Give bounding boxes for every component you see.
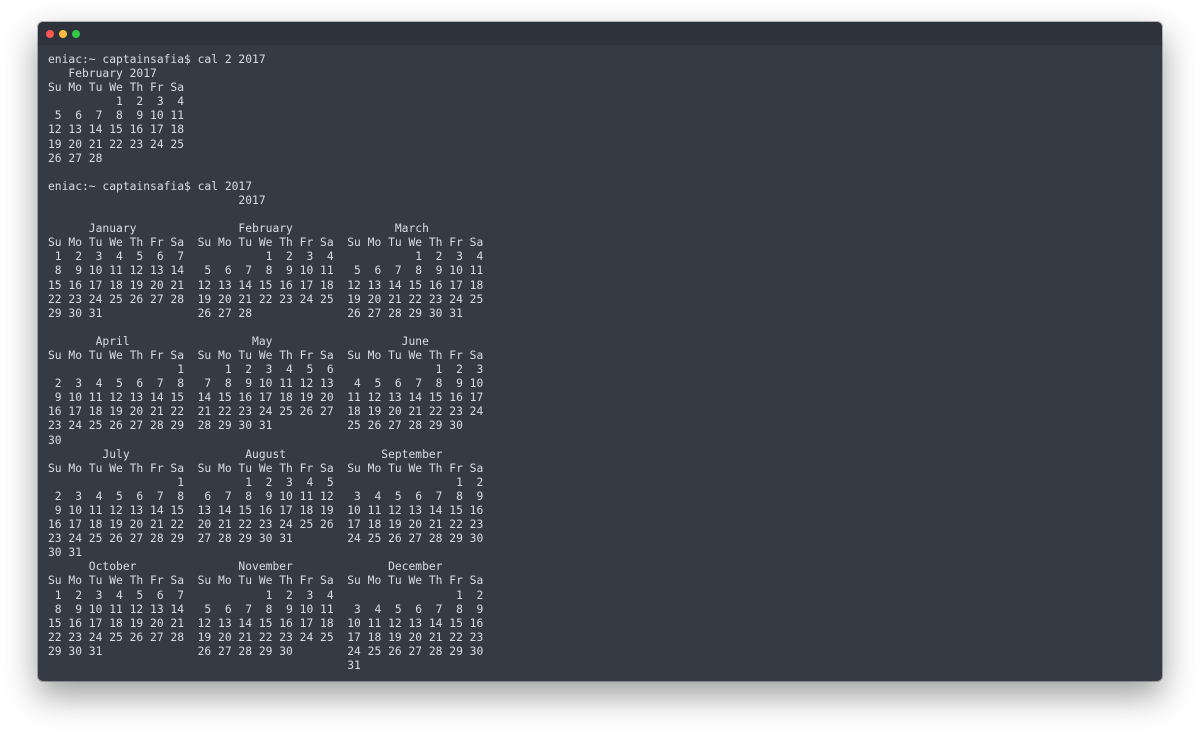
terminal-output[interactable]: eniac:~ captainsafia$ cal 2 2017 Februar… <box>48 53 483 673</box>
terminal-line: Su Mo Tu We Th Fr Sa Su Mo Tu We Th Fr S… <box>48 236 484 250</box>
terminal-line: Su Mo Tu We Th Fr Sa Su Mo Tu We Th Fr S… <box>48 348 484 362</box>
terminal-line: 8 9 10 11 12 13 14 5 6 7 8 9 10 11 3 4 5… <box>48 602 484 616</box>
terminal-line: Su Mo Tu We Th Fr Sa <box>48 81 185 95</box>
terminal-line: 29 30 31 26 27 28 29 30 24 25 26 27 28 2… <box>48 644 484 658</box>
terminal-line: 1 2 3 4 5 6 7 1 2 3 4 1 2 3 4 <box>48 250 484 264</box>
terminal-line: 5 6 7 8 9 10 11 <box>48 109 185 123</box>
terminal-line: 23 24 25 26 27 28 29 27 28 29 30 31 24 2… <box>48 532 484 546</box>
terminal-line: 16 17 18 19 20 21 22 20 21 22 23 24 25 2… <box>48 518 484 532</box>
terminal-line: 19 20 21 22 23 24 25 <box>48 137 185 151</box>
minimize-button[interactable] <box>59 30 67 38</box>
terminal-line: eniac:~ captainsafia$ cal 2 2017 <box>48 53 266 66</box>
terminal-line: 30 31 <box>48 546 83 560</box>
terminal-line: 9 10 11 12 13 14 15 14 15 16 17 18 19 20… <box>48 391 484 405</box>
terminal-line: July August September <box>48 447 443 461</box>
terminal-line: Su Mo Tu We Th Fr Sa Su Mo Tu We Th Fr S… <box>48 461 484 475</box>
terminal-line: 31 <box>48 659 361 673</box>
terminal-line: 2017 <box>48 193 266 207</box>
terminal-line: 1 1 2 3 4 5 1 2 <box>48 475 484 489</box>
terminal-line: 15 16 17 18 19 20 21 12 13 14 15 16 17 1… <box>48 616 484 630</box>
terminal-line: 9 10 11 12 13 14 15 13 14 15 16 17 18 19… <box>48 504 484 517</box>
terminal-line: October November December <box>48 560 443 574</box>
zoom-button[interactable] <box>72 30 80 38</box>
terminal-line: 23 24 25 26 27 28 29 28 29 30 31 25 26 2… <box>48 419 463 433</box>
terminal-line: 2 3 4 5 6 7 8 7 8 9 10 11 12 13 4 5 6 7 … <box>48 377 484 391</box>
terminal-line: 16 17 18 19 20 21 22 21 22 23 24 25 26 2… <box>48 405 484 419</box>
terminal-line: eniac:~ captainsafia$ cal 2017 <box>48 179 253 193</box>
terminal-line: 1 1 2 3 4 5 6 1 2 3 <box>48 363 484 377</box>
terminal-line: Su Mo Tu We Th Fr Sa Su Mo Tu We Th Fr S… <box>48 574 484 588</box>
terminal-line: 22 23 24 25 26 27 28 19 20 21 22 23 24 2… <box>48 292 484 306</box>
terminal-line: 29 30 31 26 27 28 26 27 28 29 30 31 <box>48 306 463 320</box>
terminal-line: 12 13 14 15 16 17 18 <box>48 123 185 137</box>
terminal-line: 2 3 4 5 6 7 8 6 7 8 9 10 11 12 3 4 5 6 7… <box>48 489 484 503</box>
terminal-line: 22 23 24 25 26 27 28 19 20 21 22 23 24 2… <box>48 630 484 644</box>
terminal-line: April May June <box>48 334 429 348</box>
close-button[interactable] <box>46 30 54 38</box>
terminal-line: February 2017 <box>48 67 157 81</box>
terminal-line: January February March <box>48 222 429 236</box>
terminal-line: 15 16 17 18 19 20 21 12 13 14 15 16 17 1… <box>48 278 484 292</box>
terminal-line: 8 9 10 11 12 13 14 5 6 7 8 9 10 11 5 6 7… <box>48 264 484 278</box>
terminal-line: 30 <box>48 433 62 447</box>
terminal-line: 26 27 28 <box>48 151 103 165</box>
terminal-window: eniac:~ captainsafia$ cal 2 2017 Februar… <box>38 22 1162 681</box>
title-bar[interactable] <box>38 22 1162 45</box>
terminal-line: 1 2 3 4 <box>48 95 185 109</box>
terminal-line: 1 2 3 4 5 6 7 1 2 3 4 1 2 <box>48 588 484 602</box>
